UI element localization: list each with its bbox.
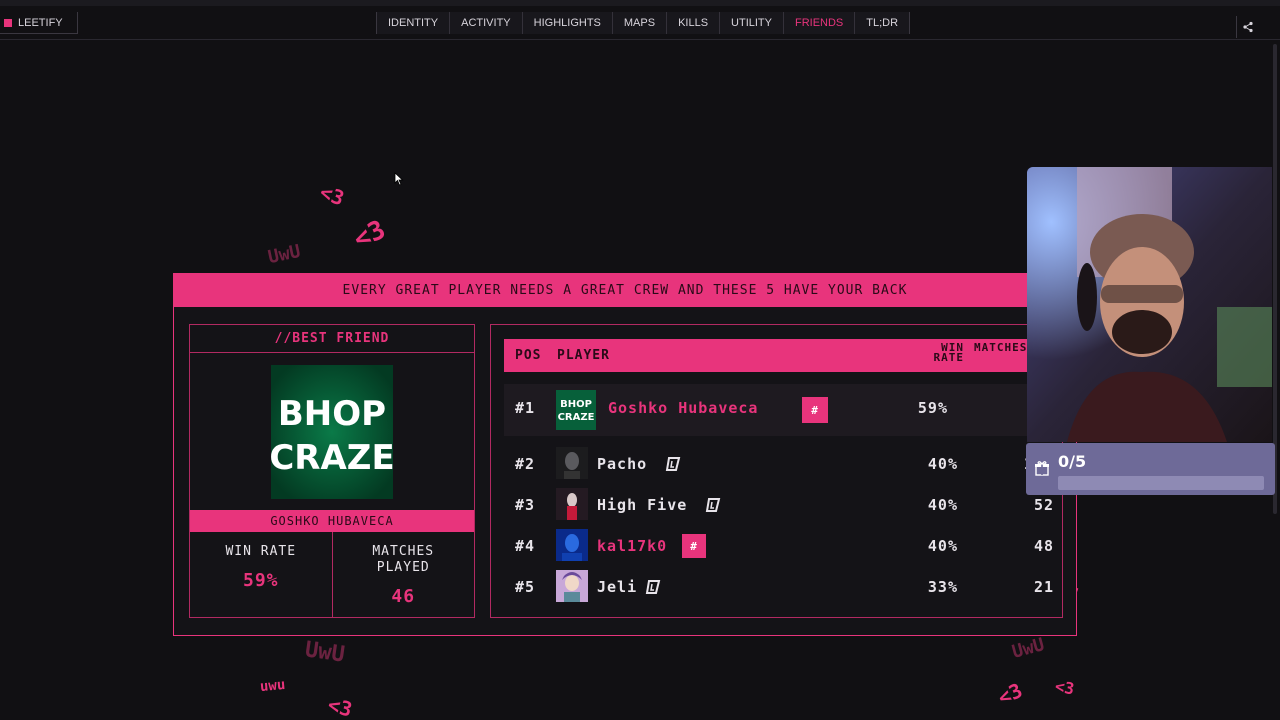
row-matches: 48 [1033, 537, 1054, 555]
matches-played-label: MATCHES PLAYED [372, 544, 435, 575]
row-matches: 21 [1033, 578, 1054, 596]
heart-decoration: <3 [349, 214, 391, 256]
best-friend-name[interactable]: GOSHKO HUBAVECA [190, 510, 474, 532]
friends-table: POS PLAYER WIN RATE MATCHES PLAYED #1 BH… [490, 324, 1063, 618]
row-win-rate: 33% [927, 578, 958, 596]
row-pos: #3 [515, 496, 536, 514]
avatar-text-line2: CRAZE [558, 412, 595, 423]
best-friend-avatar[interactable]: BHOP CRAZE [269, 365, 395, 499]
sub-goal-widget: 0/5 [1026, 443, 1275, 495]
row-pos: #1 [515, 399, 536, 417]
row-win-rate: 40% [927, 496, 958, 514]
row-pos: #2 [515, 455, 536, 473]
panel-banner: EVERY GREAT PLAYER NEEDS A GREAT CREW AN… [174, 274, 1076, 307]
hashtag-badge-icon: # [802, 397, 828, 423]
heart-decoration: <3 [316, 179, 348, 211]
leetify-icon [644, 578, 662, 596]
row-pos: #5 [515, 578, 536, 596]
tab-activity[interactable]: ACTIVITY [449, 12, 522, 34]
best-friend-card: //BEST FRIEND BHOP CRAZE GOSHKO HUBAVECA… [189, 324, 475, 618]
player-name[interactable]: High Five [597, 496, 687, 514]
table-row[interactable]: #3 High Five 40% 52 [504, 484, 1062, 525]
heart-decoration: <3 [994, 678, 1027, 710]
header-player: PLAYER [557, 348, 610, 363]
friends-panel: EVERY GREAT PLAYER NEEDS A GREAT CREW AN… [173, 273, 1077, 636]
win-rate-stat: WIN RATE 59% [190, 532, 332, 617]
section-tabs: IDENTITY ACTIVITY HIGHLIGHTS MAPS KILLS … [376, 12, 911, 34]
win-rate-value: 59% [242, 570, 279, 591]
player-name[interactable]: Goshko Hubaveca [608, 399, 758, 417]
table-row[interactable]: #5 Jeli 33% 21 [504, 566, 1062, 607]
cursor-icon [394, 172, 404, 186]
best-friend-title: //BEST FRIEND [190, 325, 474, 353]
gift-icon [1035, 461, 1049, 476]
table-header: POS PLAYER WIN RATE MATCHES PLAYED [504, 339, 1062, 372]
matches-played-value: 46 [391, 586, 416, 607]
uwu-decoration: UwU [1009, 634, 1047, 663]
sub-goal-count: 0/5 [1058, 452, 1087, 471]
table-row[interactable]: #1 BHOPCRAZE Goshko Hubaveca # 59% 46 [504, 384, 1062, 436]
sub-goal-progress-bar [1058, 476, 1264, 490]
row-win-rate: 59% [917, 399, 948, 417]
win-rate-label: WIN RATE [225, 544, 297, 559]
table-row[interactable]: #2 Pacho 40% 136 [504, 443, 1062, 484]
hashtag-badge-icon: # [682, 534, 706, 558]
heart-decoration: <3 [325, 692, 355, 720]
player-name[interactable]: kal17k0 [597, 537, 667, 555]
player-avatar[interactable]: BHOP CRAZE [556, 390, 596, 430]
leetify-icon [4, 18, 12, 27]
best-friend-stats: WIN RATE 59% MATCHES PLAYED 46 [190, 532, 474, 617]
tab-tldr[interactable]: TL;DR [854, 12, 911, 34]
avatar-text-line1: BHOP [560, 399, 592, 410]
player-avatar[interactable] [556, 447, 588, 479]
tab-utility[interactable]: UTILITY [719, 12, 783, 34]
top-navigation-bar: LEETIFY IDENTITY ACTIVITY HIGHLIGHTS MAP… [0, 6, 1280, 40]
player-name[interactable]: Pacho [597, 455, 647, 473]
header-pos: POS [515, 348, 542, 363]
matches-played-stat: MATCHES PLAYED 46 [331, 532, 475, 617]
tab-kills[interactable]: KILLS [666, 12, 720, 34]
row-win-rate: 40% [927, 455, 958, 473]
share-button[interactable] [1236, 16, 1258, 38]
tab-identity[interactable]: IDENTITY [376, 12, 450, 34]
heart-decoration: <3 [1053, 676, 1076, 699]
brand-label: LEETIFY [18, 16, 63, 29]
tab-maps[interactable]: MAPS [611, 12, 667, 34]
brand-logo[interactable]: LEETIFY [0, 12, 78, 34]
row-matches: 52 [1033, 496, 1054, 514]
uwu-decoration: uwu [259, 676, 286, 696]
leetify-icon [704, 496, 722, 514]
row-pos: #4 [515, 537, 536, 555]
player-avatar[interactable] [556, 570, 588, 602]
tab-highlights[interactable]: HIGHLIGHTS [521, 12, 612, 34]
player-avatar[interactable] [556, 488, 588, 520]
leetify-icon [664, 455, 682, 473]
webcam-overlay [1027, 167, 1272, 442]
player-name[interactable]: Jeli [597, 578, 637, 596]
table-row[interactable]: #4 kal17k0 # 40% 48 [504, 525, 1062, 566]
share-icon [1242, 21, 1253, 33]
uwu-decoration: UwU [303, 637, 347, 668]
avatar-text-line2: CRAZE [271, 438, 393, 478]
row-win-rate: 40% [927, 537, 958, 555]
header-win-rate: WIN RATE [933, 341, 964, 364]
tab-friends[interactable]: FRIENDS [782, 12, 855, 34]
player-avatar[interactable] [556, 529, 588, 561]
uwu-decoration: UwU [266, 240, 303, 269]
avatar-text-line1: BHOP [278, 394, 386, 434]
